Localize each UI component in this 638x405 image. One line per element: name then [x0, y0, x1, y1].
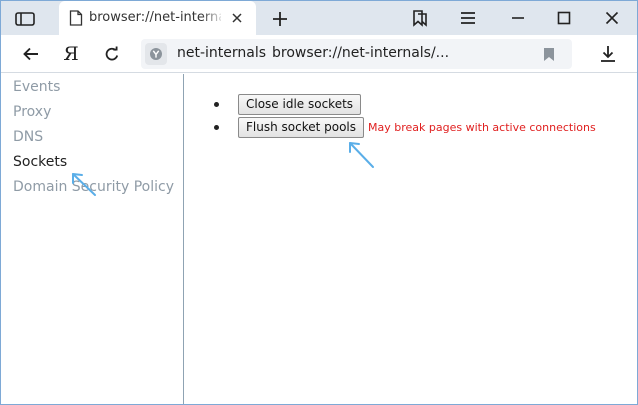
arrow-flush-annotation: [349, 142, 374, 168]
annotation-arrows: [72, 142, 374, 196]
arrow-sockets-annotation: [72, 173, 96, 196]
browser-window: browser://net-internals/#: [0, 0, 638, 405]
